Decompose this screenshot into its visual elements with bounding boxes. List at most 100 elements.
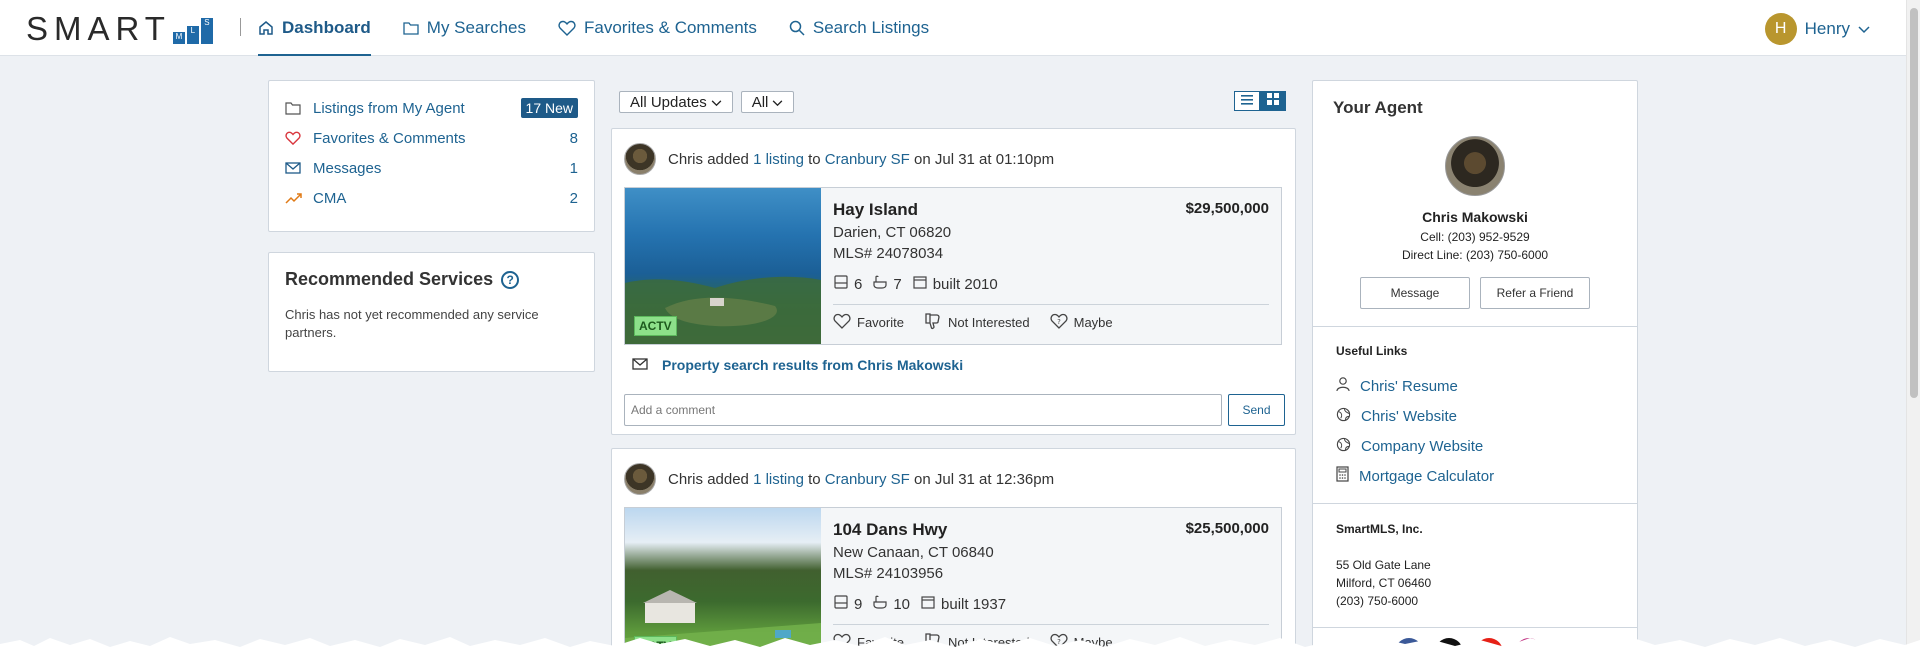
listing-specs: 6 7 built 2010 [833, 274, 1269, 294]
link-mortgage-calculator[interactable]: Mortgage Calculator [1336, 461, 1494, 491]
beds-count: 9 [854, 595, 863, 613]
summary-label: Messages [313, 159, 382, 177]
search-name-link[interactable]: Cranbury SF [825, 151, 910, 168]
link-label: Mortgage Calculator [1359, 467, 1495, 485]
address-line-2: Milford, CT 06460 [1336, 576, 1432, 590]
link-label: Company Website [1361, 437, 1484, 455]
heart-icon [833, 313, 851, 332]
message-link-text: Property search results from Chris Makow… [662, 357, 964, 373]
logo-mls-bars: M L S [172, 14, 213, 44]
divider [1313, 326, 1637, 327]
feed-agent-name: Chris [668, 470, 704, 488]
useful-links-title: Useful Links [1336, 344, 1408, 358]
listing-info: Hay Island $29,500,000 Darien, CT 06820 … [833, 200, 1269, 333]
home-icon [258, 20, 274, 36]
favorite-button[interactable]: Favorite [833, 312, 904, 333]
maybe-button[interactable]: ? Maybe [1050, 312, 1113, 333]
calculator-icon [1336, 466, 1349, 486]
summary-listings-from-agent[interactable]: Listings from My Agent 17 New [285, 93, 578, 123]
year-built: built 2010 [932, 275, 998, 293]
nav-my-searches[interactable]: My Searches [403, 0, 526, 56]
help-icon[interactable]: ? [501, 270, 520, 289]
folder-icon [285, 101, 313, 115]
feed-to: to [808, 150, 821, 168]
send-comment-button[interactable]: Send [1228, 394, 1285, 426]
listing-card[interactable]: ACTV Hay Island $29,500,000 Darien, CT 0… [624, 187, 1282, 345]
services-empty-text: Chris has not yet recommended any servic… [285, 307, 539, 340]
scope-filter-value: All [751, 93, 769, 111]
nav-favorites-comments[interactable]: Favorites & Comments [558, 0, 757, 56]
svg-text:?: ? [1057, 318, 1061, 326]
link-label: Chris' Resume [1360, 377, 1458, 395]
summary-count: 1 [569, 159, 578, 177]
summary-messages[interactable]: Messages 1 [285, 153, 578, 183]
list-icon [1241, 92, 1253, 110]
status-badge: ACTV [634, 316, 677, 336]
nav-search-listings[interactable]: Search Listings [789, 0, 929, 56]
nav-dashboard[interactable]: Dashboard [258, 0, 371, 56]
bath-icon [872, 274, 888, 294]
listing-mls-number: MLS# 24103956 [833, 565, 944, 582]
feed-item-summary: Chris added 1 listing to Cranbury SF on … [668, 151, 1054, 168]
beds-spec: 9 [833, 594, 862, 614]
smartmls-logo[interactable]: SMART M L S [26, 10, 213, 47]
agent-cell-phone: Cell: (203) 952-9529 [1420, 230, 1530, 244]
listing-price: $29,500,000 [1185, 200, 1269, 217]
company-phone: (203) 750-6000 [1336, 594, 1419, 608]
comment-form: Send [624, 394, 1285, 426]
heart-icon [558, 20, 576, 36]
user-avatar: H [1764, 13, 1797, 45]
message-agent-button[interactable]: Message [1360, 277, 1470, 309]
not-interested-button[interactable]: Not Interested [924, 312, 1030, 333]
link-company-website[interactable]: Company Website [1336, 431, 1494, 461]
list-view-button[interactable] [1234, 91, 1260, 111]
services-title: Recommended Services ? [285, 269, 578, 290]
message-link[interactable]: Property search results from Chris Makow… [632, 357, 963, 373]
recommended-services-panel: Recommended Services ? Chris has not yet… [268, 252, 595, 372]
agent-actions: Message Refer a Friend [1360, 277, 1590, 309]
nav-dashboard-label: Dashboard [282, 18, 371, 37]
trend-up-icon [285, 192, 313, 204]
chevron-down-icon [1858, 19, 1870, 39]
updates-filter-dropdown[interactable]: All Updates [619, 91, 733, 113]
beds-count: 6 [854, 275, 863, 293]
listing-photo[interactable]: ACTV [625, 188, 821, 344]
grid-icon [1267, 92, 1279, 110]
feed-timestamp: on Jul 31 at 12:36pm [914, 470, 1055, 488]
logo-bar-m: M [172, 32, 185, 44]
link-label: Chris' Website [1361, 407, 1457, 425]
agent-photo [1445, 136, 1505, 196]
person-icon [1336, 376, 1350, 396]
logo-text: SMART [26, 10, 171, 47]
scroll-thumb[interactable] [1910, 8, 1918, 398]
listing-city: Darien, CT 06820 [833, 224, 952, 241]
page-scrollbar[interactable] [1906, 0, 1920, 666]
link-chris-website[interactable]: Chris' Website [1336, 401, 1494, 431]
listing-count-link[interactable]: 1 listing [753, 471, 804, 488]
search-icon [789, 20, 805, 36]
maybe-label: Maybe [1073, 315, 1113, 330]
bed-icon [833, 274, 849, 294]
listing-city: New Canaan, CT 06840 [833, 544, 994, 561]
summary-cma[interactable]: CMA 2 [285, 183, 578, 213]
refer-friend-button[interactable]: Refer a Friend [1480, 277, 1590, 309]
thumbs-down-icon [924, 312, 942, 333]
feed-item: Chris added 1 listing to Cranbury SF on … [611, 128, 1296, 435]
scope-filter-dropdown[interactable]: All [740, 91, 795, 113]
search-name-link[interactable]: Cranbury SF [825, 471, 910, 488]
summary-favorites[interactable]: Favorites & Comments 8 [285, 123, 578, 153]
summary-label: CMA [313, 189, 347, 207]
feed-item-header: Chris added 1 listing to Cranbury SF on … [624, 143, 1054, 175]
baths-spec: 7 [872, 274, 902, 294]
top-navigation-bar: SMART M L S Dashboard My Searches Favori… [0, 0, 1906, 56]
listing-count-link[interactable]: 1 listing [753, 151, 804, 168]
favorite-label: Favorite [857, 315, 904, 330]
divider [833, 304, 1269, 305]
divider [1313, 503, 1637, 504]
comment-input[interactable] [624, 394, 1222, 426]
company-address: 55 Old Gate Lane Milford, CT 06460 (203)… [1336, 556, 1431, 610]
grid-view-button[interactable] [1260, 91, 1286, 111]
user-menu[interactable]: H Henry [1764, 13, 1870, 45]
link-chris-resume[interactable]: Chris' Resume [1336, 371, 1494, 401]
not-interested-label: Not Interested [947, 315, 1030, 330]
